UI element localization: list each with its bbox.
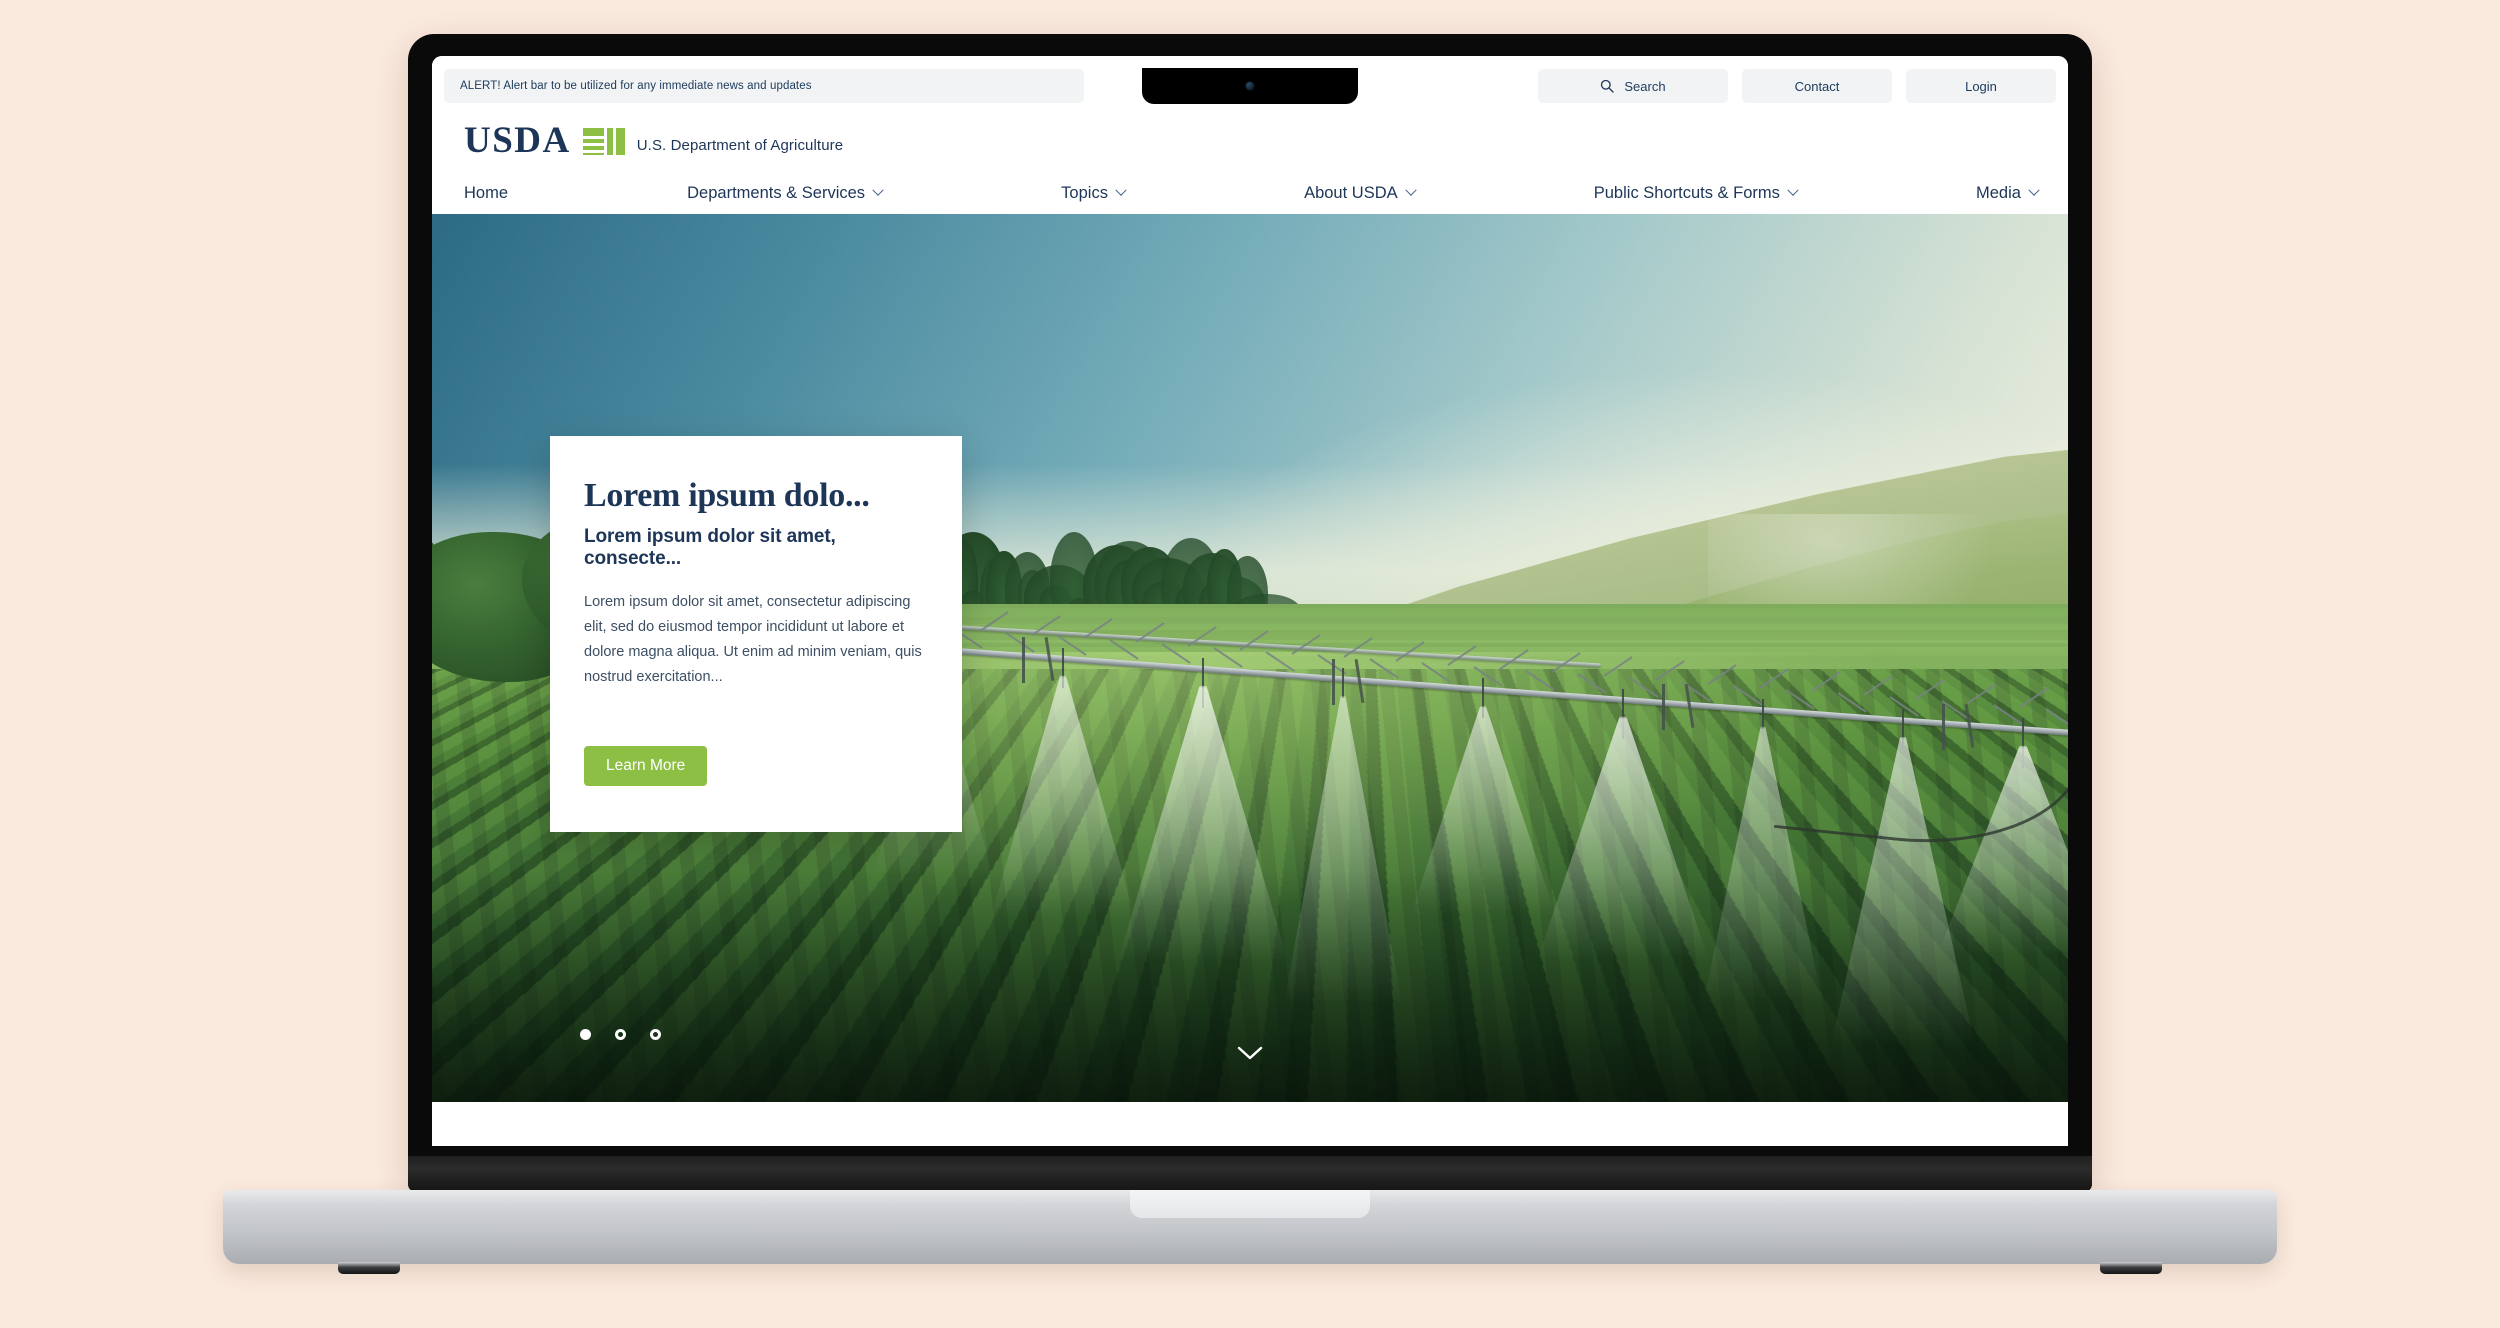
truss-member: [1369, 658, 1399, 680]
truss-member: [1265, 650, 1295, 672]
pivot-leg: [1022, 636, 1025, 683]
hero-body-text: Lorem ipsum dolor sit amet, consectetur …: [584, 594, 922, 685]
camera-icon: [1245, 81, 1255, 91]
scroll-down-chevron[interactable]: [1237, 1046, 1263, 1066]
nav-label: Home: [464, 183, 509, 202]
nav-item-about-usda[interactable]: About USDA: [1304, 183, 1417, 203]
carousel-dots: [580, 1029, 661, 1041]
site-logo[interactable]: USDA U.S. Department of Agriculture: [432, 108, 2068, 168]
agency-name: U.S. Department of Agriculture: [636, 137, 844, 155]
water-spray: [1537, 716, 1709, 961]
contact-button[interactable]: Contact: [1742, 69, 1892, 103]
laptop-foot-left: [338, 1262, 400, 1274]
mark-bar-thin: [606, 128, 613, 156]
mark-bar-wide: [615, 128, 625, 156]
nav-label: Departments & Services: [687, 183, 866, 202]
nav-item-public-shortcuts-forms[interactable]: Public Shortcuts & Forms: [1593, 183, 1799, 203]
hero-subtitle: Lorem ipsum dolor sit amet, consecte...: [584, 526, 836, 570]
truss-member: [1109, 639, 1139, 661]
sprinkler-drop: [1342, 668, 1344, 699]
truss-member: [1473, 665, 1503, 687]
nav-item-media[interactable]: Media: [1976, 183, 2040, 203]
nav-item-home[interactable]: Home: [464, 184, 508, 203]
search-button[interactable]: Search: [1538, 69, 1728, 103]
hero-card: Lorem ipsum dolo... Lorem ipsum dolor si…: [550, 436, 962, 832]
water-spray: [1410, 706, 1556, 917]
chevron-down-icon: [1787, 184, 1799, 196]
laptop-mockup: ALERT! Alert bar to be utilized for any …: [0, 0, 2500, 1328]
laptop-base: [223, 1190, 2277, 1274]
truss-member: [1213, 646, 1243, 668]
truss-member: [1577, 673, 1607, 695]
alert-text: ALERT! Alert bar to be utilized for any …: [460, 80, 812, 92]
truss-member: [1707, 664, 1737, 685]
truss-member: [1733, 684, 1763, 706]
irrigation-boom-upper: [901, 622, 1601, 668]
truss-member: [1759, 667, 1789, 689]
contact-button-label: Contact: [1794, 78, 1840, 94]
irrigation-pivot: [873, 607, 2068, 1050]
laptop-screen: ALERT! Alert bar to be utilized for any …: [432, 56, 2068, 1146]
nav-label: Topics: [1061, 183, 1108, 202]
chevron-down-icon: [1115, 184, 1127, 196]
truss-member: [1161, 643, 1191, 664]
pivot-leg: [1332, 659, 1335, 706]
sprinkler-drop: [1762, 698, 1764, 729]
truss-member: [1291, 633, 1321, 655]
truss-member: [1603, 656, 1633, 678]
search-icon: [1600, 79, 1615, 93]
water-spray: [1117, 685, 1289, 964]
water-spray: [990, 675, 1136, 920]
chevron-down-icon: [872, 184, 884, 196]
chevron-down-icon: [2028, 184, 2040, 196]
chevron-down-icon: [1237, 1046, 1263, 1060]
usda-wordmark: USDA: [464, 120, 571, 161]
nav-item-topics[interactable]: Topics: [1061, 183, 1127, 203]
laptop-foot-right: [2100, 1262, 2162, 1274]
login-button[interactable]: Login: [1906, 69, 2056, 103]
usda-website: ALERT! Alert bar to be utilized for any …: [432, 56, 2068, 1146]
truss-member: [1655, 660, 1685, 681]
chevron-down-icon: [1404, 184, 1417, 196]
webcam-notch: [1142, 68, 1358, 104]
carousel-dot-3[interactable]: [650, 1029, 661, 1041]
nav-item-departments-services[interactable]: Departments & Services: [687, 183, 884, 203]
truss-member: [1629, 677, 1659, 699]
truss-member: [1421, 662, 1451, 683]
pivot-leg: [1662, 683, 1665, 730]
usda-leaf-bars-mark: [582, 128, 625, 158]
laptop-lid: ALERT! Alert bar to be utilized for any …: [408, 34, 2092, 1192]
nav-label: About USDA: [1304, 183, 1398, 202]
login-button-label: Login: [1965, 78, 1997, 94]
main-navigation: Home Departments & Services Topics About…: [432, 168, 2068, 214]
hero-title: Lorem ipsum dolo...: [584, 477, 870, 515]
learn-more-button[interactable]: Learn More: [584, 745, 708, 786]
alert-bar[interactable]: ALERT! Alert bar to be utilized for any …: [444, 69, 1084, 103]
truss-member: [1005, 631, 1035, 653]
carousel-dot-2[interactable]: [615, 1029, 626, 1041]
nav-label: Public Shortcuts & Forms: [1593, 183, 1780, 202]
mark-stripes: [582, 128, 604, 156]
truss-member: [1525, 669, 1555, 691]
search-button-label: Search: [1624, 78, 1666, 94]
nav-label: Media: [1976, 183, 2021, 202]
hero-banner: Lorem ipsum dolo... Lorem ipsum dolor si…: [432, 214, 2068, 1103]
water-spray: [1283, 696, 1403, 1009]
carousel-dot-1[interactable]: [580, 1029, 591, 1041]
